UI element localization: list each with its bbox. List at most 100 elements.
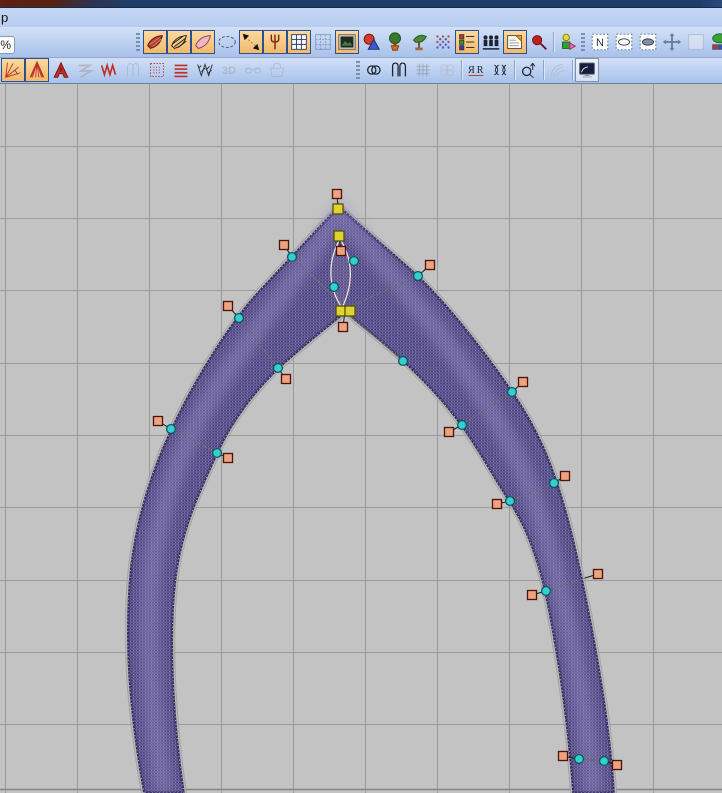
pushpin-icon[interactable] bbox=[527, 30, 551, 54]
anchor-node[interactable] bbox=[344, 305, 356, 317]
dashed-ellipse-icon[interactable] bbox=[215, 30, 239, 54]
control-handle[interactable] bbox=[278, 239, 290, 251]
satin-lines-icon[interactable] bbox=[169, 58, 193, 82]
color-list-icon[interactable] bbox=[455, 30, 479, 54]
curve-node[interactable] bbox=[456, 419, 468, 431]
reshape-nodes-icon[interactable] bbox=[239, 30, 263, 54]
curve-node[interactable] bbox=[412, 270, 424, 282]
curve-node[interactable] bbox=[286, 251, 298, 263]
curve-node[interactable] bbox=[548, 477, 560, 489]
control-handle[interactable] bbox=[443, 426, 455, 438]
toolbar-separator bbox=[543, 60, 544, 80]
toolbar-group-main bbox=[135, 29, 580, 55]
menu-item-help-fragment[interactable]: p bbox=[1, 10, 8, 25]
control-handle[interactable] bbox=[611, 759, 623, 771]
lettering-icon[interactable] bbox=[479, 30, 503, 54]
fan-gray-icon bbox=[546, 58, 570, 82]
control-handle[interactable] bbox=[331, 188, 343, 200]
toolbar-stitch: 3D ЯR bbox=[0, 57, 722, 84]
curve-node[interactable] bbox=[272, 362, 284, 374]
plant-icon[interactable] bbox=[407, 30, 431, 54]
control-handle[interactable] bbox=[526, 589, 538, 601]
needle-icon[interactable] bbox=[263, 30, 287, 54]
control-handle[interactable] bbox=[517, 376, 529, 388]
window-title-strip bbox=[0, 0, 722, 8]
canvas-background[interactable] bbox=[0, 84, 722, 793]
figure-icon[interactable] bbox=[556, 30, 580, 54]
curve-node[interactable] bbox=[598, 755, 610, 767]
move-cross-icon[interactable] bbox=[660, 30, 684, 54]
dotted-square-icon[interactable] bbox=[145, 58, 169, 82]
svg-text:Я: Я bbox=[468, 65, 475, 76]
zigzag-z-icon bbox=[73, 58, 97, 82]
fill-leaf-icon[interactable] bbox=[143, 30, 167, 54]
curve-node[interactable] bbox=[540, 585, 552, 597]
tree-icon[interactable] bbox=[383, 30, 407, 54]
curve-node[interactable] bbox=[211, 447, 223, 459]
control-handle[interactable] bbox=[335, 245, 347, 257]
mirror-rr-icon[interactable]: ЯR bbox=[464, 58, 488, 82]
curve-node[interactable] bbox=[348, 255, 360, 267]
control-handle[interactable] bbox=[222, 452, 234, 464]
svg-text:N: N bbox=[596, 37, 604, 49]
menu-bar: p bbox=[0, 8, 722, 27]
zigzag-w-icon[interactable] bbox=[97, 58, 121, 82]
control-handle[interactable] bbox=[592, 568, 604, 580]
design-properties-icon[interactable] bbox=[503, 30, 527, 54]
zoom-percent-field[interactable]: % bbox=[0, 36, 15, 54]
overlap-shapes-icon[interactable] bbox=[359, 30, 383, 54]
design-canvas[interactable] bbox=[0, 84, 722, 793]
svg-text:3D: 3D bbox=[222, 65, 236, 77]
loops-xx-icon[interactable] bbox=[488, 58, 512, 82]
columns-icon[interactable] bbox=[387, 58, 411, 82]
curve-node[interactable] bbox=[506, 386, 518, 398]
weave-icon bbox=[411, 58, 435, 82]
svg-text:R: R bbox=[477, 65, 484, 76]
loop-arrow-icon[interactable] bbox=[517, 58, 541, 82]
w-hatch-icon[interactable] bbox=[193, 58, 217, 82]
toolbar-drag-handle[interactable] bbox=[136, 33, 140, 51]
letter-a-icon[interactable] bbox=[49, 58, 73, 82]
toolbar-general: % N bbox=[0, 27, 722, 57]
grid-icon[interactable] bbox=[287, 30, 311, 54]
frame-oval-filled-icon[interactable] bbox=[636, 30, 660, 54]
anchor-node[interactable] bbox=[333, 230, 345, 242]
control-handle[interactable] bbox=[280, 373, 292, 385]
toolbar-drag-handle[interactable] bbox=[581, 33, 585, 51]
control-handle[interactable] bbox=[337, 321, 349, 333]
toolbar-group-effects: ЯR bbox=[355, 57, 599, 83]
control-handle[interactable] bbox=[222, 300, 234, 312]
rings-icon[interactable] bbox=[363, 58, 387, 82]
picture-icon[interactable] bbox=[335, 30, 359, 54]
curve-node[interactable] bbox=[165, 423, 177, 435]
color-object-icon[interactable] bbox=[708, 30, 722, 54]
frame-oval-icon[interactable] bbox=[612, 30, 636, 54]
control-handle[interactable] bbox=[152, 415, 164, 427]
frame-n-icon[interactable]: N bbox=[588, 30, 612, 54]
curve-node[interactable] bbox=[233, 312, 245, 324]
stitch-rays-icon[interactable] bbox=[1, 58, 25, 82]
curve-node[interactable] bbox=[504, 495, 516, 507]
control-handle[interactable] bbox=[559, 470, 571, 482]
glasses-icon bbox=[241, 58, 265, 82]
toolbar-separator bbox=[572, 60, 573, 80]
three-d-icon: 3D bbox=[217, 58, 241, 82]
anchor-node[interactable] bbox=[332, 203, 344, 215]
outline-leaf-icon[interactable] bbox=[191, 30, 215, 54]
hatch-leaf-icon[interactable] bbox=[167, 30, 191, 54]
curve-node[interactable] bbox=[397, 355, 409, 367]
control-handle[interactable] bbox=[491, 498, 503, 510]
basket-icon bbox=[265, 58, 289, 82]
monitor-icon[interactable] bbox=[575, 58, 599, 82]
toolbar-drag-handle[interactable] bbox=[356, 61, 360, 79]
toolbar-separator bbox=[553, 32, 554, 52]
toolbar-group-stitch-types: 3D bbox=[1, 57, 289, 83]
control-handle[interactable] bbox=[557, 750, 569, 762]
a-fan-icon[interactable] bbox=[25, 58, 49, 82]
curve-node[interactable] bbox=[328, 281, 340, 293]
dot-grid-icon[interactable] bbox=[431, 30, 455, 54]
chain-icon bbox=[435, 58, 459, 82]
curve-node[interactable] bbox=[573, 753, 585, 765]
grid-light-icon[interactable] bbox=[311, 30, 335, 54]
control-handle[interactable] bbox=[424, 259, 436, 271]
